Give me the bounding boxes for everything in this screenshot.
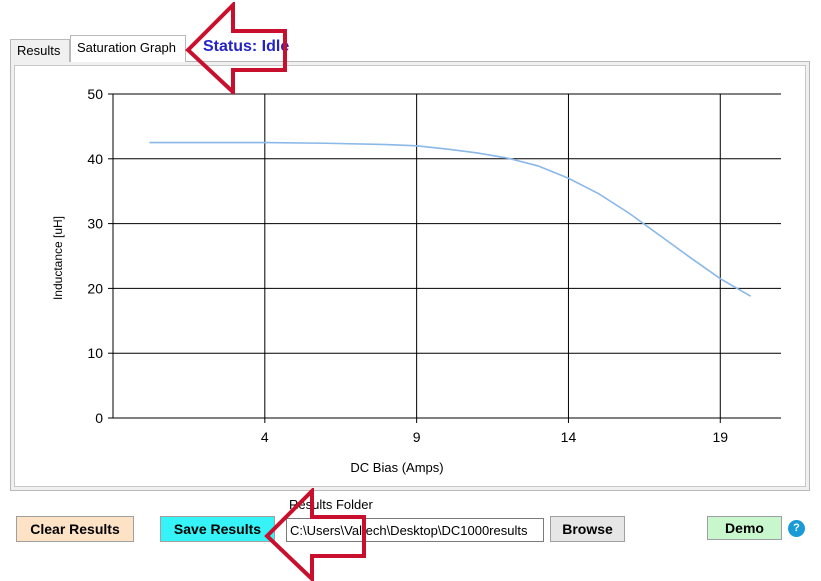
chart-area: 0 10 20 30 40 50 4 9 14 19 DC Bias (Amps) Inductanc…	[14, 65, 806, 487]
browse-button[interactable]: Browse	[550, 516, 625, 542]
y-tick-label: 50	[87, 86, 103, 102]
help-icon[interactable]: ?	[788, 520, 805, 537]
annotation-arrow-top	[185, 2, 287, 94]
y-tick-label: 0	[95, 410, 103, 426]
tab-saturation-graph[interactable]: Saturation Graph	[70, 35, 186, 62]
x-tick-label: 19	[712, 429, 728, 445]
y-tick-label: 30	[87, 216, 103, 232]
app-window: Results Saturation Graph Status: Idle 01…	[0, 0, 821, 581]
demo-button[interactable]: Demo	[707, 516, 782, 540]
x-tick-label: 9	[413, 429, 421, 445]
x-tick-label: 14	[561, 429, 577, 445]
arrow-top-shape	[185, 2, 287, 94]
y-tick-label: 40	[87, 151, 103, 167]
x-tick-label: 4	[261, 429, 269, 445]
save-results-button[interactable]: Save Results	[160, 516, 275, 542]
inductance-series-line	[149, 141, 752, 297]
top-band	[0, 0, 821, 24]
y-tick-label: 20	[87, 280, 103, 296]
x-axis-label: DC Bias (Amps)	[350, 460, 443, 475]
y-axis-label: Inductance [uH]	[51, 216, 65, 300]
y-tick-label: 10	[87, 345, 103, 361]
saturation-chart: 0 10 20 30 40 50 4 9 14 19 DC Bias (Amps) Inductanc…	[51, 86, 781, 475]
arrow-bottom-shape	[264, 488, 366, 581]
annotation-arrow-bottom	[264, 488, 366, 581]
clear-results-button[interactable]: Clear Results	[16, 516, 134, 542]
tab-results[interactable]: Results	[10, 39, 70, 62]
